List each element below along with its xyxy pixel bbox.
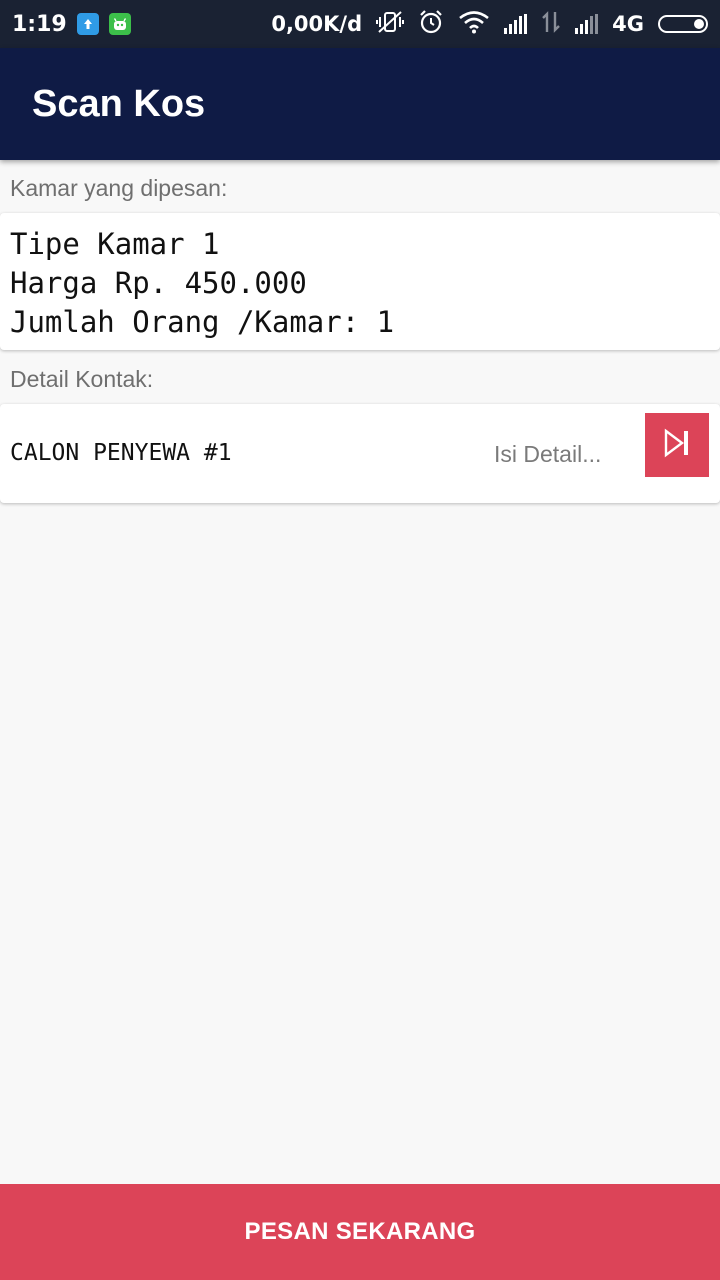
signal-strength-2-icon [575, 14, 599, 34]
room-card: Tipe Kamar 1 Harga Rp. 450.000 Jumlah Or… [0, 213, 720, 350]
status-indicators: 0,00K/d 4G [271, 9, 708, 40]
app-bar: Scan Kos [0, 48, 720, 160]
room-price: Harga Rp. 450.000 [10, 266, 307, 300]
network-type: 4G [612, 12, 644, 36]
signal-strength-icon [504, 14, 528, 34]
room-persons: Jumlah Orang /Kamar: 1 [10, 305, 395, 339]
contact-section-label: Detail Kontak: [10, 366, 154, 392]
tenant-name: CALON PENYEWA #1 [10, 440, 232, 466]
battery-icon [658, 15, 708, 33]
android-notification-icon [108, 13, 131, 35]
room-section-label: Kamar yang dipesan: [10, 175, 228, 201]
status-bar: 1:19 0,00K/d 4G [0, 0, 720, 48]
upload-notification-icon [76, 13, 99, 35]
order-now-button[interactable]: PESAN SEKARANG [0, 1184, 720, 1280]
vibrate-off-icon [376, 9, 405, 40]
data-transfer-icon [541, 10, 561, 39]
contact-card[interactable]: CALON PENYEWA #1 Isi Detail... [0, 404, 720, 503]
detail-placeholder[interactable]: Isi Detail... [494, 441, 601, 468]
page-title: Scan Kos [32, 82, 206, 125]
status-time: 1:19 [12, 11, 67, 37]
network-speed: 0,00K/d [271, 12, 363, 36]
alarm-icon [418, 9, 444, 40]
skip-next-icon [662, 428, 692, 463]
wifi-icon [458, 10, 490, 39]
fill-detail-button[interactable] [645, 413, 709, 477]
room-type: Tipe Kamar 1 [10, 227, 220, 261]
